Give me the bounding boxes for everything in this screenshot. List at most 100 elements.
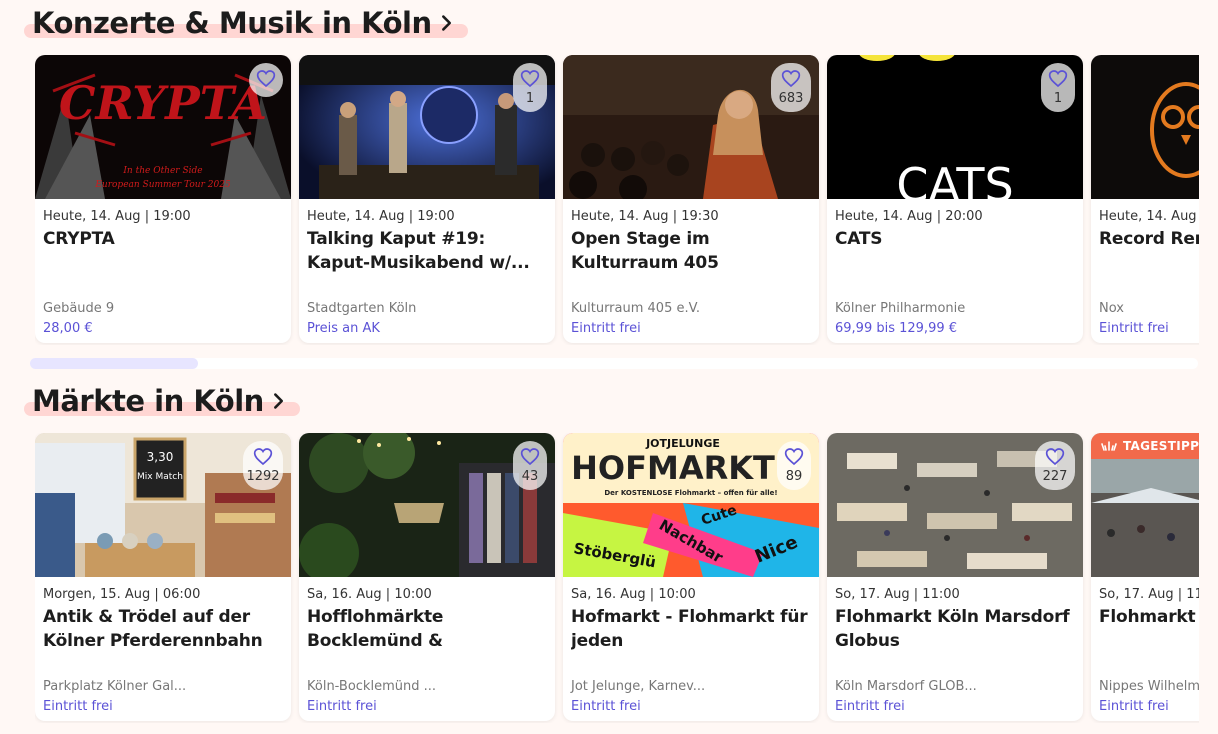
- horizontal-scrollbar[interactable]: [30, 358, 1198, 369]
- event-price: 28,00 €: [43, 321, 93, 336]
- heart-outline-icon: [520, 70, 540, 88]
- event-image: 227: [827, 433, 1083, 577]
- svg-text:In the Other Side: In the Other Side: [122, 166, 202, 176]
- tagestipp-badge: TAGESTIPP: [1091, 433, 1199, 459]
- event-image: CATS 1: [827, 55, 1083, 199]
- event-card[interactable]: CATS 1 Heute, 14. Aug | 20:00 CATS Kölne…: [827, 55, 1083, 343]
- event-card[interactable]: TAGESTIPP So, 17. Aug | 11:00 Flohmarkt …: [1091, 433, 1199, 721]
- event-venue: Jot Jelunge, Karnev...: [571, 679, 706, 694]
- event-venue: Nippes Wilhelm: [1099, 679, 1199, 694]
- event-venue: Nox: [1099, 301, 1124, 316]
- event-card[interactable]: 3,30 Mix Match 1292 Morgen, 15. Aug | 06…: [35, 433, 291, 721]
- event-row-concerts[interactable]: CRYPTA In the Other Side European Summer…: [35, 55, 1199, 345]
- favorite-count: 89: [785, 469, 803, 484]
- svg-text:CATS: CATS: [896, 158, 1013, 199]
- event-title: CRYPTA: [43, 229, 115, 249]
- event-price: Eintritt frei: [571, 699, 641, 714]
- event-card[interactable]: CRYPTA In the Other Side European Summer…: [35, 55, 291, 343]
- event-image: 43: [299, 433, 555, 577]
- event-venue: Parkplatz Kölner Gal...: [43, 679, 187, 694]
- event-image: TAGESTIPP: [1091, 433, 1199, 577]
- heart-outline-icon: [256, 70, 276, 88]
- favorite-button[interactable]: 227: [1035, 441, 1075, 490]
- favorite-button[interactable]: 1: [513, 63, 547, 112]
- section-title-concerts[interactable]: Konzerte & Musik in Köln: [24, 6, 468, 40]
- heart-outline-icon: [784, 448, 804, 466]
- heart-outline-icon: [781, 70, 801, 88]
- event-title: Hofmarkt - Flohmarkt für jeden: [571, 607, 808, 651]
- event-venue: Gebäude 9: [43, 301, 115, 316]
- sparkle-icon: [1101, 441, 1117, 451]
- svg-text:HOFMARKT: HOFMARKT: [571, 449, 775, 487]
- heart-outline-icon: [520, 448, 540, 466]
- event-image: 1: [299, 55, 555, 199]
- event-image: CRYPTA In the Other Side European Summer…: [35, 55, 291, 199]
- event-venue: Köln Marsdorf GLOB...: [835, 679, 977, 694]
- favorite-count: 683: [778, 91, 804, 106]
- event-price: Eintritt frei: [1099, 699, 1169, 714]
- event-row-markets[interactable]: 3,30 Mix Match 1292 Morgen, 15. Aug | 06…: [35, 433, 1199, 723]
- favorite-button[interactable]: 683: [771, 63, 811, 112]
- event-card[interactable]: 683 Heute, 14. Aug | 19:30 Open Stage im…: [563, 55, 819, 343]
- svg-text:European Summer Tour 2025: European Summer Tour 2025: [94, 180, 231, 190]
- event-date: Morgen, 15. Aug | 06:00: [43, 587, 201, 602]
- svg-text:Der KOSTENLOSE Flohmarkt – off: Der KOSTENLOSE Flohmarkt – offen für all…: [604, 489, 777, 497]
- favorite-button[interactable]: 89: [777, 441, 811, 490]
- event-date: Heute, 14. Aug | 19:00: [43, 209, 191, 224]
- favorite-button[interactable]: 1: [1041, 63, 1075, 112]
- event-price: 69,99 bis 129,99 €: [835, 321, 958, 336]
- event-date: So, 17. Aug | 11:00: [1099, 587, 1199, 602]
- favorite-button[interactable]: [249, 63, 283, 97]
- favorite-count: 1292: [246, 469, 280, 484]
- event-date: Sa, 16. Aug | 10:00: [571, 587, 696, 602]
- svg-text:3,30: 3,30: [147, 450, 174, 464]
- event-image: [1091, 55, 1199, 199]
- event-title: Open Stage im Kulturraum 405: [571, 229, 719, 273]
- scrollbar-thumb[interactable]: [30, 358, 198, 369]
- event-venue: Kulturraum 405 e.V.: [571, 301, 700, 316]
- favorite-count: 1: [1053, 91, 1063, 106]
- favorite-count: 1: [525, 91, 535, 106]
- chevron-right-icon: [273, 393, 283, 409]
- event-venue: Stadtgarten Köln: [307, 301, 417, 316]
- event-title: Flohmarkt Köln Marsdorf Globus: [835, 607, 1070, 651]
- event-venue: Kölner Philharmonie: [835, 301, 966, 316]
- event-card[interactable]: JOTJELUNGE HOFMARKT Der KOSTENLOSE Flohm…: [563, 433, 819, 721]
- event-title: CATS: [835, 229, 883, 249]
- event-price: Eintritt frei: [307, 699, 377, 714]
- event-title: Antik & Trödel auf der Kölner Pferderenn…: [43, 607, 263, 651]
- event-price: Eintritt frei: [43, 699, 113, 714]
- event-image: 3,30 Mix Match 1292: [35, 433, 291, 577]
- event-image: 683: [563, 55, 819, 199]
- event-title: Record Rer: [1099, 229, 1199, 249]
- section-heading: Konzerte & Musik in Köln: [32, 6, 432, 40]
- event-price: Eintritt frei: [571, 321, 641, 336]
- event-price: Eintritt frei: [835, 699, 905, 714]
- favorite-count: 227: [1042, 469, 1068, 484]
- heart-outline-icon: [1048, 70, 1068, 88]
- event-card[interactable]: 1 Heute, 14. Aug | 19:00 Talking Kaput #…: [299, 55, 555, 343]
- event-title: Talking Kaput #19: Kaput-Musikabend w/..…: [307, 229, 530, 273]
- event-card[interactable]: 43 Sa, 16. Aug | 10:00 Hofflohmärkte Boc…: [299, 433, 555, 721]
- event-card[interactable]: 227 So, 17. Aug | 11:00 Flohmarkt Köln M…: [827, 433, 1083, 721]
- event-card[interactable]: Heute, 14. Aug | 2 Record Rer Nox Eintri…: [1091, 55, 1199, 343]
- event-date: So, 17. Aug | 11:00: [835, 587, 960, 602]
- event-date: Heute, 14. Aug | 19:30: [571, 209, 719, 224]
- svg-text:Mix Match: Mix Match: [137, 472, 183, 482]
- heart-outline-icon: [1045, 448, 1065, 466]
- chevron-right-icon: [441, 15, 451, 31]
- section-title-markets[interactable]: Märkte in Köln: [24, 384, 300, 418]
- event-date: Heute, 14. Aug | 19:00: [307, 209, 455, 224]
- event-price: Eintritt frei: [1099, 321, 1169, 336]
- event-image: JOTJELUNGE HOFMARKT Der KOSTENLOSE Flohm…: [563, 433, 819, 577]
- event-date: Heute, 14. Aug | 20:00: [835, 209, 983, 224]
- favorite-button[interactable]: 43: [513, 441, 547, 490]
- event-price: Preis an AK: [307, 321, 380, 336]
- svg-text:CRYPTA: CRYPTA: [59, 76, 267, 130]
- section-heading: Märkte in Köln: [32, 384, 264, 418]
- favorite-button[interactable]: 1292: [243, 441, 283, 490]
- event-date: Sa, 16. Aug | 10:00: [307, 587, 432, 602]
- event-date: Heute, 14. Aug | 2: [1099, 209, 1199, 224]
- event-title: Hofflohmärkte Bocklemünd & Mengenich: [307, 607, 444, 651]
- event-venue: Köln-Bocklemünd ...: [307, 679, 436, 694]
